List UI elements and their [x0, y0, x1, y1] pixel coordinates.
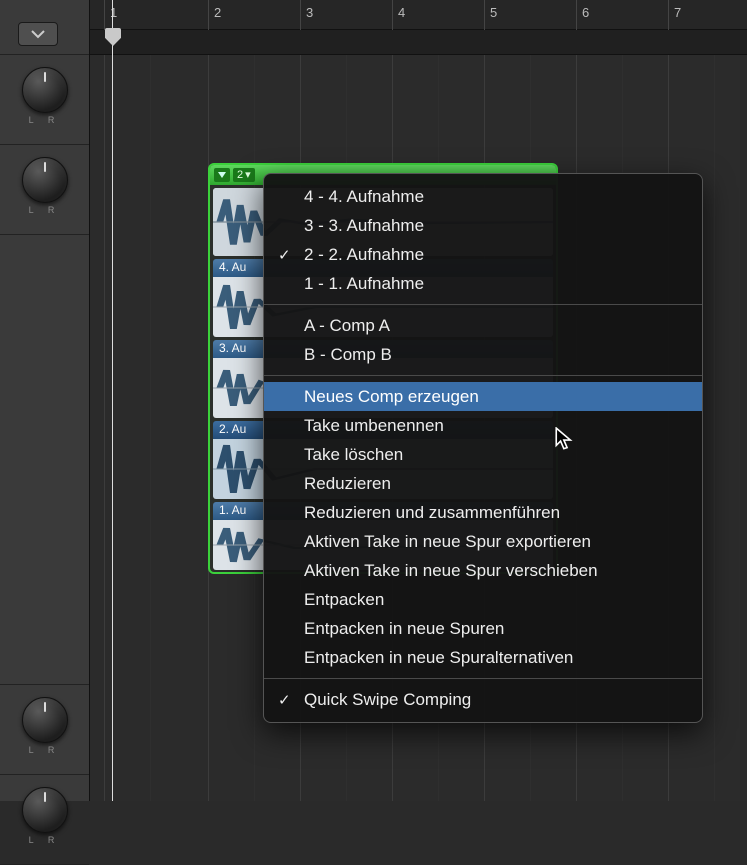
menu-item-move-active-take[interactable]: Aktiven Take in neue Spur verschieben — [264, 556, 702, 585]
bar-ruler[interactable]: 1 2 3 4 5 6 7 — [90, 0, 747, 30]
menu-item-take-4[interactable]: 4 - 4. Aufnahme — [264, 182, 702, 211]
ruler-tick: 2 — [208, 0, 221, 30]
menu-item-new-comp[interactable]: Neues Comp erzeugen — [264, 382, 702, 411]
menu-item-unpack-alternatives[interactable]: Entpacken in neue Spuralternativen — [264, 643, 702, 672]
ruler-tick: 6 — [576, 0, 589, 30]
menu-separator — [264, 304, 702, 305]
track-header-row[interactable]: L R — [0, 55, 89, 145]
track-header-row[interactable] — [0, 235, 89, 685]
checkmark-icon: ✓ — [278, 246, 291, 264]
menu-separator — [264, 678, 702, 679]
track-list-menu-button[interactable] — [18, 22, 58, 46]
playhead[interactable] — [112, 0, 113, 801]
menu-item-unpack-new-tracks[interactable]: Entpacken in neue Spuren — [264, 614, 702, 643]
ruler-tick: 7 — [668, 0, 681, 30]
menu-item-comp-b[interactable]: B - Comp B — [264, 340, 702, 369]
track-header-row[interactable]: L R — [0, 145, 89, 235]
ruler-tick: 3 — [300, 0, 313, 30]
menu-item-take-2[interactable]: ✓2 - 2. Aufnahme — [264, 240, 702, 269]
pan-lr-label: L R — [0, 745, 89, 755]
take-folder-context-menu: 4 - 4. Aufnahme 3 - 3. Aufnahme ✓2 - 2. … — [263, 173, 703, 723]
menu-separator — [264, 375, 702, 376]
pan-lr-label: L R — [0, 205, 89, 215]
track-header-top — [0, 0, 89, 55]
ruler-tick: 4 — [392, 0, 405, 30]
menu-item-quick-swipe-comping[interactable]: ✓Quick Swipe Comping — [264, 685, 702, 714]
menu-item-rename-take[interactable]: Take umbenennen — [264, 411, 702, 440]
take-folder-popup-button[interactable]: 2▾ — [233, 168, 255, 182]
track-header-row[interactable]: L R — [0, 775, 89, 865]
pan-knob[interactable] — [22, 697, 68, 743]
menu-item-take-3[interactable]: 3 - 3. Aufnahme — [264, 211, 702, 240]
pan-lr-label: L R — [0, 115, 89, 125]
chevron-down-icon — [31, 29, 45, 39]
menu-item-flatten-merge[interactable]: Reduzieren und zusammenführen — [264, 498, 702, 527]
menu-item-unpack[interactable]: Entpacken — [264, 585, 702, 614]
marker-ruler[interactable] — [90, 30, 747, 55]
track-header-row[interactable]: L R — [0, 685, 89, 775]
menu-item-take-1[interactable]: 1 - 1. Aufnahme — [264, 269, 702, 298]
track-header-column: L R L R L R L R — [0, 0, 90, 801]
ruler-tick: 1 — [104, 0, 117, 30]
pan-knob[interactable] — [22, 787, 68, 833]
pan-knob[interactable] — [22, 67, 68, 113]
pan-knob[interactable] — [22, 157, 68, 203]
checkmark-icon: ✓ — [278, 691, 291, 709]
menu-item-delete-take[interactable]: Take löschen — [264, 440, 702, 469]
menu-item-flatten[interactable]: Reduzieren — [264, 469, 702, 498]
menu-item-comp-a[interactable]: A - Comp A — [264, 311, 702, 340]
pan-lr-label: L R — [0, 835, 89, 845]
triangle-down-icon — [217, 171, 227, 179]
menu-item-export-active-take[interactable]: Aktiven Take in neue Spur exportieren — [264, 527, 702, 556]
ruler-tick: 5 — [484, 0, 497, 30]
take-folder-disclosure-button[interactable] — [214, 168, 230, 182]
